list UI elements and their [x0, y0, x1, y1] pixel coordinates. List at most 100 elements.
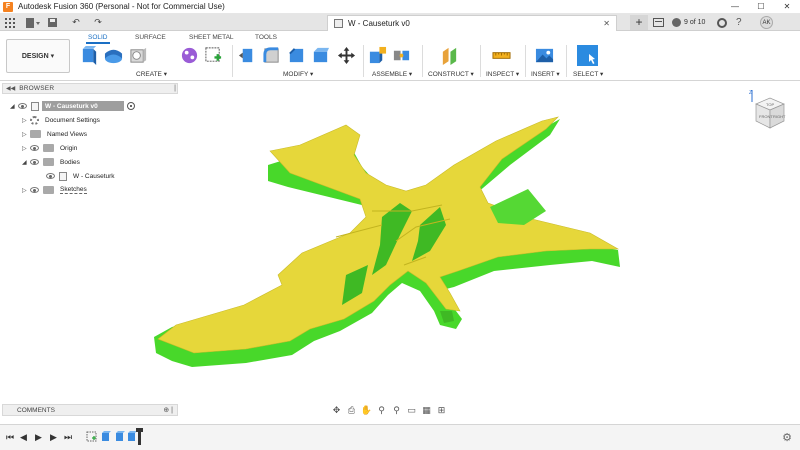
- extensions-icon[interactable]: [653, 16, 664, 29]
- maximize-button[interactable]: ☐: [748, 0, 774, 14]
- timeline-extrude-feature-icon[interactable]: [126, 431, 137, 442]
- viewports-icon[interactable]: ⊞: [435, 404, 448, 416]
- assemble-new-component-icon[interactable]: [368, 46, 387, 65]
- new-tab-button[interactable]: +: [630, 15, 648, 30]
- assemble-group-label[interactable]: ASSEMBLE ▾: [372, 70, 412, 78]
- select-icon[interactable]: [577, 45, 598, 66]
- expand-triangle-icon[interactable]: ▷: [22, 187, 30, 194]
- measure-icon[interactable]: [492, 46, 511, 65]
- create-group-label[interactable]: CREATE ▾: [136, 70, 167, 78]
- expand-triangle-icon[interactable]: ▷: [22, 145, 30, 152]
- fillet-icon[interactable]: [262, 46, 281, 65]
- timeline-end-icon[interactable]: ⏭: [64, 432, 72, 443]
- extrude-icon[interactable]: [104, 46, 123, 65]
- fit-zoom-icon[interactable]: ⚲: [390, 404, 403, 416]
- inspect-group-label[interactable]: INSPECT ▾: [486, 70, 519, 78]
- shell-icon[interactable]: [311, 46, 330, 65]
- timeline-marker[interactable]: [136, 428, 143, 445]
- activate-radio-icon[interactable]: [127, 102, 135, 110]
- new-component-icon[interactable]: [80, 46, 99, 65]
- move-copy-icon[interactable]: [337, 46, 356, 65]
- tab-sheet-metal[interactable]: SHEET METAL: [187, 34, 236, 41]
- document-tab-title: W - Causeturk v0: [348, 19, 410, 28]
- undo-icon[interactable]: ↶: [68, 16, 84, 29]
- viewcube[interactable]: FRONT RIGHT TOP Z: [746, 88, 790, 132]
- insert-image-icon[interactable]: [535, 46, 554, 65]
- visibility-eye-icon[interactable]: [30, 145, 39, 151]
- tree-item-document-settings[interactable]: ▷ Document Settings: [22, 114, 100, 126]
- close-tab-button[interactable]: ✕: [603, 19, 610, 28]
- comments-toggle-icon[interactable]: ⊕ |: [163, 406, 173, 414]
- press-pull-icon[interactable]: [238, 46, 257, 65]
- model-viewport[interactable]: [150, 115, 640, 380]
- browser-title: BROWSER: [19, 85, 55, 92]
- visibility-eye-icon[interactable]: [30, 187, 39, 193]
- tree-item-body[interactable]: W - Causeturk: [46, 170, 115, 182]
- create-sketch-icon[interactable]: [204, 46, 223, 65]
- close-window-button[interactable]: ✕: [774, 0, 800, 14]
- offset-plane-icon[interactable]: [440, 46, 459, 65]
- grid-settings-icon[interactable]: ▦: [420, 404, 433, 416]
- notifications-icon[interactable]: [717, 16, 727, 29]
- timeline-extrude-feature-icon[interactable]: [100, 431, 111, 442]
- timeline-sketch-feature-icon[interactable]: [86, 431, 97, 442]
- pan-hand-icon[interactable]: ✋: [360, 404, 373, 416]
- timeline-forward-icon[interactable]: ▶: [50, 432, 57, 443]
- avatar[interactable]: AK: [760, 16, 773, 29]
- tab-surface[interactable]: SURFACE: [133, 34, 168, 41]
- expand-triangle-icon[interactable]: ▷: [22, 131, 30, 138]
- revolve-icon[interactable]: [129, 46, 148, 65]
- app-grid-icon[interactable]: [4, 16, 16, 29]
- folder-icon: [43, 186, 54, 194]
- ribbon-divider: [480, 45, 481, 77]
- tree-item-label: Document Settings: [45, 116, 100, 124]
- ribbon-divider: [566, 45, 567, 77]
- file-menu-icon[interactable]: [24, 16, 42, 29]
- window-controls: — ☐ ✕: [722, 0, 800, 14]
- tab-tools[interactable]: TOOLS: [253, 34, 279, 41]
- chamfer-icon[interactable]: [287, 46, 306, 65]
- timeline-start-icon[interactable]: ⏮: [6, 432, 14, 443]
- help-icon[interactable]: ?: [736, 16, 742, 29]
- minimize-button[interactable]: —: [722, 0, 748, 14]
- tree-item-bodies[interactable]: ◢ Bodies: [22, 156, 80, 168]
- zoom-icon[interactable]: ⚲: [375, 404, 388, 416]
- orbit-icon[interactable]: ✥: [330, 404, 343, 416]
- construct-group-label[interactable]: CONSTRUCT ▾: [428, 70, 474, 78]
- collapse-triangle-icon[interactable]: ◢: [22, 159, 30, 166]
- job-status[interactable]: 9 of 10: [672, 16, 705, 29]
- expand-triangle-icon[interactable]: ▷: [22, 117, 30, 124]
- tree-item-origin[interactable]: ▷ Origin: [22, 142, 77, 154]
- expand-triangle-icon[interactable]: ◢: [10, 103, 18, 110]
- timeline-play-icon[interactable]: ▶: [35, 432, 42, 443]
- tree-root[interactable]: ◢ W - Causeturk v0: [10, 100, 135, 112]
- form-icon[interactable]: [180, 46, 199, 65]
- viewcube-z-axis-label: Z: [749, 90, 752, 96]
- select-group-label[interactable]: SELECT ▾: [573, 70, 603, 78]
- visibility-eye-icon[interactable]: [46, 173, 55, 179]
- look-at-icon[interactable]: ⎙: [345, 404, 358, 416]
- tab-document[interactable]: W - Causeturk v0 ✕: [327, 15, 617, 31]
- tree-item-label: Bodies: [60, 158, 80, 166]
- ribbon-divider: [363, 45, 364, 77]
- timeline-extrude-feature-icon[interactable]: [114, 431, 125, 442]
- browser-pin-icon[interactable]: |: [174, 85, 176, 92]
- save-icon[interactable]: [46, 16, 58, 29]
- tree-item-sketches[interactable]: ▷ Sketches: [22, 184, 87, 196]
- display-settings-icon[interactable]: ▭: [405, 404, 418, 416]
- modify-group-label[interactable]: MODIFY ▾: [283, 70, 313, 78]
- insert-group-label[interactable]: INSERT ▾: [531, 70, 560, 78]
- visibility-eye-icon[interactable]: [18, 103, 27, 109]
- redo-icon[interactable]: ↷: [90, 16, 106, 29]
- settings-gear-icon: [30, 115, 39, 125]
- timeline-back-icon[interactable]: ◀: [20, 432, 27, 443]
- tab-solid[interactable]: SOLID: [86, 34, 110, 44]
- root-component-label: W - Causeturk v0: [42, 101, 124, 111]
- timeline-settings-gear-icon[interactable]: ⚙: [782, 431, 792, 444]
- joint-icon[interactable]: [392, 46, 411, 65]
- visibility-eye-icon[interactable]: [30, 159, 39, 165]
- collapse-browser-icon[interactable]: ◀◀: [6, 85, 15, 92]
- workspace-switcher-button[interactable]: DESIGN ▾: [6, 39, 70, 73]
- comments-panel[interactable]: COMMENTS ⊕ |: [2, 404, 178, 416]
- tree-item-named-views[interactable]: ▷ Named Views: [22, 128, 87, 140]
